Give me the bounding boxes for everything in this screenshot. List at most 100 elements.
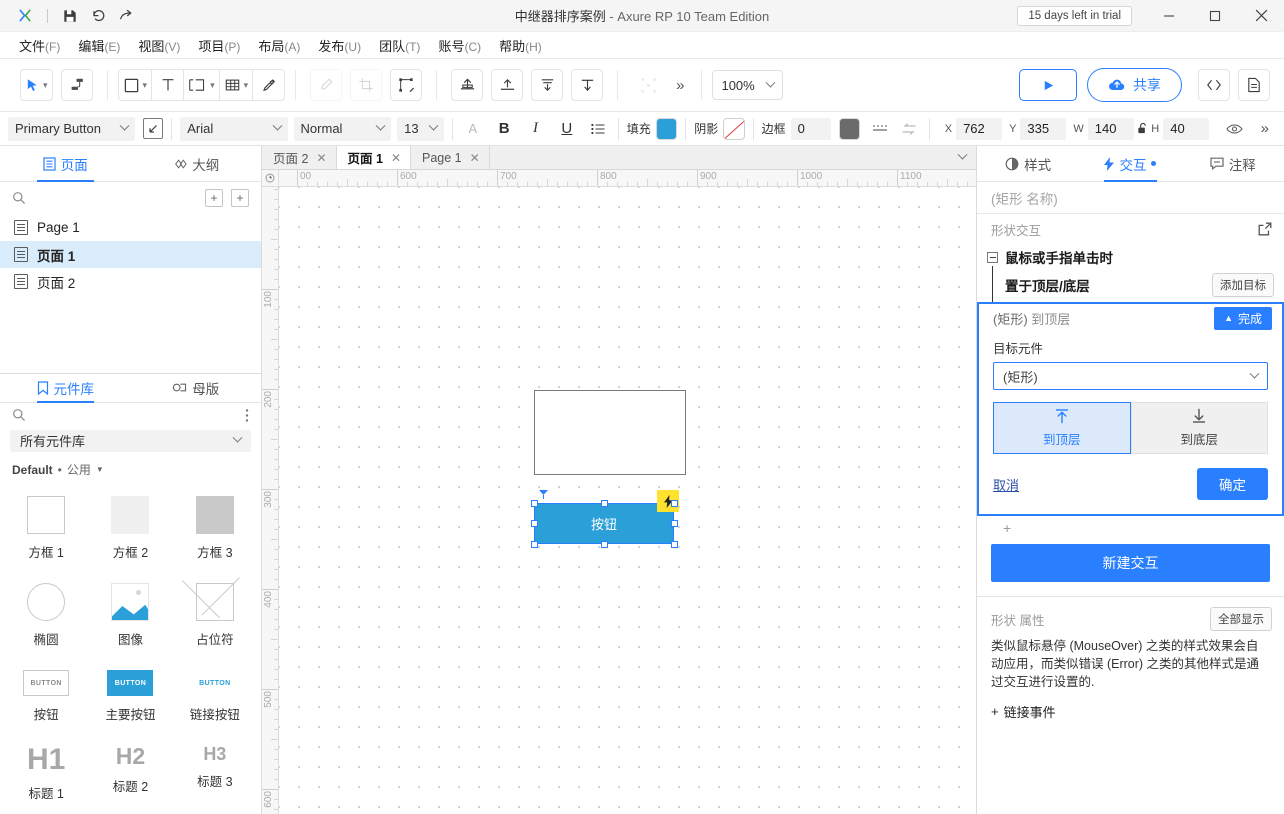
tab-notes[interactable]: 注释 xyxy=(1182,146,1284,181)
menu-publish[interactable]: 发布(U) xyxy=(309,33,370,58)
selection-handle[interactable] xyxy=(531,500,538,507)
redo-icon[interactable] xyxy=(113,4,139,28)
connector-tool-icon[interactable] xyxy=(61,69,93,101)
selection-handle[interactable] xyxy=(601,500,608,507)
chevron-down-icon[interactable]: ▼ xyxy=(96,465,104,474)
italic-button[interactable]: I xyxy=(524,117,547,141)
link-event-button[interactable]: + 链接事件 xyxy=(977,691,1284,732)
event-row-click[interactable]: 鼠标或手指单击时 xyxy=(977,244,1284,270)
option-send-to-back[interactable]: 到底层 xyxy=(1131,402,1269,454)
chevron-down-icon[interactable]: ▾ xyxy=(43,80,48,91)
menu-help[interactable]: 帮助(H) xyxy=(490,33,551,58)
text-color-icon[interactable]: A xyxy=(461,117,484,141)
add-folder-icon[interactable]: + xyxy=(231,189,249,207)
widget-image[interactable]: 图像 xyxy=(88,573,172,660)
canvas-tab-yemian-2[interactable]: 页面 2 ✕ xyxy=(262,146,337,169)
selection-handle[interactable] xyxy=(671,520,678,527)
close-icon[interactable]: ✕ xyxy=(391,151,401,165)
selection-handle[interactable] xyxy=(671,541,678,548)
y-input[interactable]: 335 xyxy=(1020,118,1066,140)
trial-badge[interactable]: 15 days left in trial xyxy=(1017,6,1132,26)
zoom-level-select[interactable]: 100% xyxy=(712,70,782,100)
bullet-list-icon[interactable] xyxy=(587,117,610,141)
widget-placeholder[interactable]: 占位符 xyxy=(173,573,257,660)
menu-file[interactable]: 文件(F) xyxy=(10,33,69,58)
widget-button[interactable]: BUTTON 按钮 xyxy=(4,660,88,735)
canvas-tab-page-1[interactable]: Page 1 ✕ xyxy=(411,146,490,169)
h-input[interactable]: 40 xyxy=(1163,118,1209,140)
text-tool-icon[interactable] xyxy=(152,69,184,101)
kebab-menu-icon[interactable] xyxy=(245,408,249,423)
font-size-select[interactable]: 13 xyxy=(397,117,444,141)
eye-icon[interactable] xyxy=(1223,117,1246,141)
design-canvas[interactable]: 按钮 xyxy=(279,187,976,814)
menu-project[interactable]: 项目(P) xyxy=(189,33,249,58)
edit-points-icon[interactable] xyxy=(390,69,422,101)
new-interaction-button[interactable]: 新建交互 xyxy=(991,544,1270,582)
table-tool-icon[interactable]: ▾ xyxy=(220,69,254,101)
preview-button[interactable] xyxy=(1019,69,1077,101)
tab-pages[interactable]: 页面 xyxy=(0,146,131,181)
align-horizontal-icon[interactable] xyxy=(451,69,483,101)
selection-handle[interactable] xyxy=(671,500,678,507)
tab-outline[interactable]: 大纲 xyxy=(131,146,262,181)
ruler-origin-button[interactable] xyxy=(262,170,279,187)
widget-name-input[interactable]: (矩形 名称) xyxy=(977,182,1284,214)
selection-handle[interactable] xyxy=(531,520,538,527)
save-icon[interactable] xyxy=(57,4,83,28)
w-input[interactable]: 140 xyxy=(1088,118,1134,140)
align-vertical-icon[interactable] xyxy=(491,69,523,101)
style-picker-icon[interactable] xyxy=(143,118,163,139)
add-action-button[interactable]: + xyxy=(977,516,1284,540)
widget-style-select[interactable]: Primary Button xyxy=(8,117,135,141)
widget-heading-2[interactable]: H2 标题 2 xyxy=(88,735,172,814)
pen-tool-icon[interactable] xyxy=(253,69,285,101)
menu-layout[interactable]: 布局(A) xyxy=(249,33,309,58)
option-bring-to-front[interactable]: 到顶层 xyxy=(993,402,1131,454)
share-button[interactable]: 共享 xyxy=(1087,68,1182,102)
stylebar-overflow-button[interactable]: » xyxy=(1253,120,1276,137)
tab-interaction[interactable]: 交互 xyxy=(1079,146,1181,181)
undo-icon[interactable] xyxy=(85,4,111,28)
shadow-swatch[interactable] xyxy=(723,118,744,140)
widget-heading-3[interactable]: H3 标题 3 xyxy=(173,735,257,814)
page-item-yemian-2[interactable]: 页面 2 xyxy=(0,268,261,295)
horizontal-ruler[interactable]: 0060070080090010001100 xyxy=(279,170,976,187)
tab-library[interactable]: 元件库 xyxy=(0,374,131,402)
action-row-bring-to-front[interactable]: 置于顶层/底层 添加目标 xyxy=(977,270,1284,302)
border-style-icon[interactable] xyxy=(868,117,891,141)
menu-account[interactable]: 账号(C) xyxy=(429,33,490,58)
chevron-down-icon[interactable]: ▾ xyxy=(244,80,249,91)
rotation-anchor-icon[interactable] xyxy=(538,489,549,500)
page-item-page-1[interactable]: Page 1 xyxy=(0,214,261,241)
menu-view[interactable]: 视图(V) xyxy=(129,33,189,58)
show-all-button[interactable]: 全部显示 xyxy=(1210,607,1272,631)
axure-logo-icon[interactable] xyxy=(12,4,38,28)
code-icon[interactable] xyxy=(1198,69,1230,101)
font-family-select[interactable]: Arial xyxy=(180,117,287,141)
cancel-link[interactable]: 取消 xyxy=(993,475,1019,494)
menu-team[interactable]: 团队(T) xyxy=(370,33,429,58)
group-icon[interactable] xyxy=(632,69,664,101)
crop-icon[interactable] xyxy=(350,69,382,101)
border-color-swatch[interactable] xyxy=(839,118,860,140)
eyedropper-icon[interactable] xyxy=(310,69,342,101)
x-input[interactable]: 762 xyxy=(956,118,1002,140)
menu-edit[interactable]: 编辑(E) xyxy=(69,33,129,58)
selection-handle[interactable] xyxy=(601,541,608,548)
distribute-horizontal-icon[interactable] xyxy=(531,69,563,101)
canvas-tab-yemian-1[interactable]: 页面 1 ✕ xyxy=(337,146,412,169)
done-button[interactable]: ▲ 完成 xyxy=(1214,307,1272,330)
maximize-button[interactable] xyxy=(1192,0,1238,32)
chevron-down-icon[interactable]: ▾ xyxy=(143,80,148,91)
chevron-down-icon[interactable]: ▾ xyxy=(210,80,215,91)
select-tool-icon[interactable]: ▾ xyxy=(20,69,53,101)
widget-box-2[interactable]: 方框 2 xyxy=(88,486,172,573)
page-item-yemian-1[interactable]: 页面 1 xyxy=(0,241,261,268)
canvas-tab-overflow-button[interactable] xyxy=(949,146,976,169)
collapse-icon[interactable] xyxy=(987,252,998,263)
widget-link-button[interactable]: BUTTON 链接按钮 xyxy=(173,660,257,735)
canvas-shape-button[interactable]: 按钮 xyxy=(534,503,674,544)
target-widget-select[interactable]: (矩形) xyxy=(993,362,1268,390)
widget-box-1[interactable]: 方框 1 xyxy=(4,486,88,573)
